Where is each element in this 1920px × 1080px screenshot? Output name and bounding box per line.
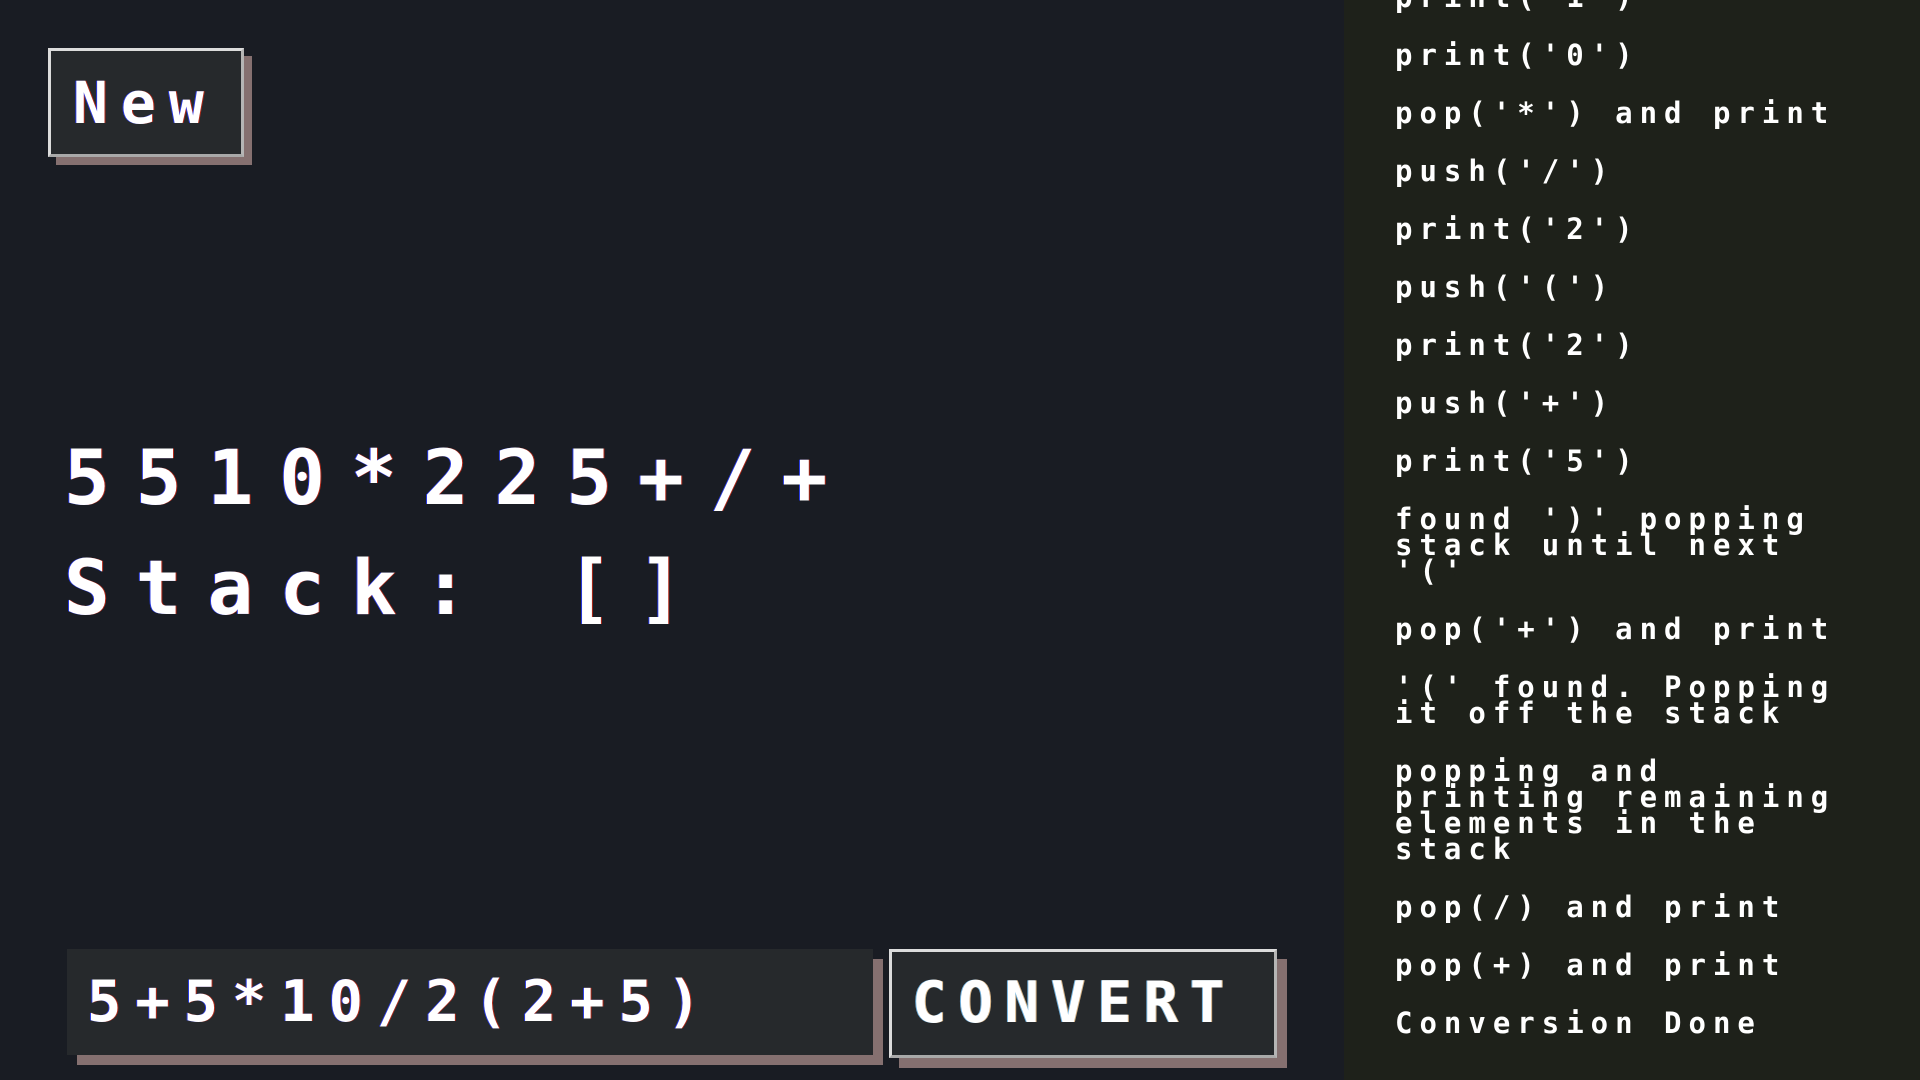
expression-input[interactable] (67, 949, 873, 1055)
log-step: pop(/) and print (1395, 890, 1787, 924)
stack-display: Stack: [] (64, 550, 853, 626)
log-step: '(' found. Popping it off the stack (1395, 670, 1836, 730)
postfix-result: 5510*225+/+ (64, 433, 854, 522)
new-button[interactable]: New (48, 48, 244, 157)
log-step: found ')' popping stack until next '(' (1395, 502, 1811, 588)
stack-label: Stack: (64, 543, 495, 632)
convert-button-label: CONVERT (912, 970, 1237, 1036)
convert-button[interactable]: CONVERT (889, 949, 1277, 1058)
log-step: popping and printing remaining elements … (1395, 754, 1836, 866)
log-step: print('5') (1395, 444, 1640, 478)
log-step: print('2') (1395, 328, 1640, 362)
log-step: push('/') (1395, 154, 1616, 188)
log-step: print('0') (1395, 38, 1640, 72)
log-step: push('+') (1395, 386, 1616, 420)
conversion-output: 5510*225+/+ Stack: [] (64, 440, 853, 626)
log-step: pop('*') and print (1395, 96, 1836, 130)
log-step: push('(') (1395, 270, 1616, 304)
log-step: print('1') (1395, 0, 1865, 12)
log-step: print('2') (1395, 212, 1640, 246)
log-step: Conversion Done (1395, 1006, 1762, 1040)
log-step: pop('+') and print (1395, 612, 1836, 646)
stack-spacer (495, 543, 567, 632)
stack-value: [] (566, 543, 710, 632)
log-step: pop(+) and print (1395, 948, 1787, 982)
new-button-label: New (73, 68, 217, 137)
conversion-log-panel[interactable]: print('1') print('0') pop('*') and print pu… (1344, 0, 1920, 1080)
conversion-log-list: print('1') print('0') pop('*') and print pu… (1395, 0, 1865, 1068)
